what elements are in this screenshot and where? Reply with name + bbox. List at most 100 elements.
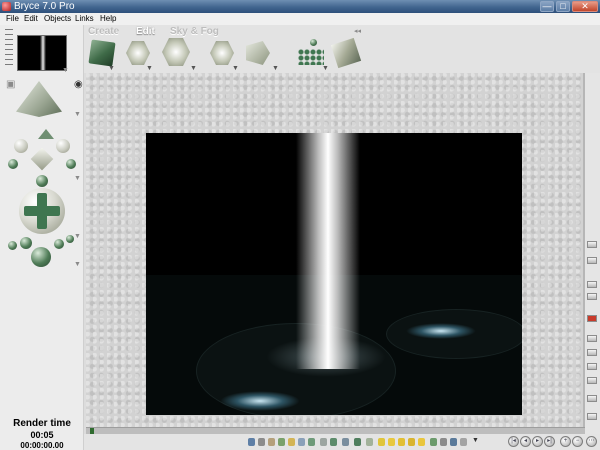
preset-chip-icon[interactable] (460, 438, 467, 446)
pause-render-icon[interactable]: ▣ (6, 79, 15, 90)
rotate-menu-icon[interactable]: ▼ (190, 65, 197, 72)
preset-chip-icon[interactable] (268, 438, 275, 446)
preview-beam (40, 36, 46, 70)
light-beam (296, 133, 360, 369)
render-time-value: 00:05 (30, 430, 54, 440)
align-menu-icon[interactable]: ▼ (272, 65, 279, 72)
preset-chip-icon[interactable] (450, 438, 457, 446)
display-mode-button[interactable] (587, 281, 597, 288)
close-button[interactable]: ✕ (572, 1, 598, 12)
render-view[interactable] (146, 133, 522, 415)
display-mode-button-active[interactable] (587, 315, 597, 322)
preview-options-icon[interactable]: ▼ (62, 67, 69, 74)
trackball-menu-icon[interactable]: ▼ (74, 233, 81, 240)
rotate-icon[interactable] (162, 38, 190, 66)
randomize-dot-icon (310, 39, 317, 46)
tab-sky-fog[interactable]: Sky & Fog (170, 26, 219, 37)
fly-ball-icon[interactable] (66, 235, 74, 243)
display-mode-button[interactable] (587, 349, 597, 356)
camera-down-ball-icon[interactable] (36, 175, 48, 187)
preset-chip-icon[interactable] (354, 438, 361, 446)
fly-ball-large-icon[interactable] (31, 247, 51, 267)
remove-key-icon[interactable]: − (572, 436, 583, 447)
camera-center-icon[interactable] (30, 147, 54, 171)
display-mode-button[interactable] (587, 293, 597, 300)
preset-chip-icon[interactable] (408, 438, 415, 446)
preset-chip-icon[interactable] (366, 438, 373, 446)
preset-chip-icon[interactable] (308, 438, 315, 446)
preset-chip-icon[interactable] (430, 438, 437, 446)
randomize-icon[interactable] (298, 49, 324, 65)
toolbar-collapse-icon[interactable]: ◂◂ (354, 27, 361, 35)
preset-chip-icon[interactable] (298, 438, 305, 446)
nano-preview[interactable] (17, 35, 67, 71)
randomize-menu-icon[interactable]: ▼ (322, 65, 329, 72)
fly-menu-icon[interactable]: ▼ (74, 261, 81, 268)
preset-chip-icon[interactable] (378, 438, 385, 446)
preset-chip-icon[interactable] (418, 438, 425, 446)
camera-left-ball-icon[interactable] (14, 139, 28, 153)
align-icon[interactable] (246, 41, 270, 65)
camera-ball-icon[interactable] (8, 159, 18, 169)
menu-links[interactable]: Links (73, 13, 96, 25)
reposition-menu-icon[interactable]: ▼ (232, 65, 239, 72)
go-to-start-icon[interactable]: |◂ (508, 436, 519, 447)
resize-icon[interactable] (126, 41, 150, 65)
view-control-icon[interactable] (16, 81, 62, 117)
preset-chip-icon[interactable] (248, 438, 255, 446)
menu-help[interactable]: Help (98, 13, 118, 25)
materials-cube-icon[interactable] (88, 39, 116, 67)
maximize-button[interactable]: □ (556, 1, 570, 12)
record-key-icon[interactable]: + (560, 436, 571, 447)
camera-right-ball-icon[interactable] (56, 139, 70, 153)
camera-ball-icon[interactable] (66, 159, 76, 169)
display-mode-button[interactable] (587, 413, 597, 420)
preset-menu-icon[interactable]: ▼ (472, 437, 479, 444)
camera-menu-icon[interactable]: ▼ (74, 175, 81, 182)
display-mode-button[interactable] (587, 335, 597, 342)
display-mode-button[interactable] (587, 395, 597, 402)
fly-ball-icon[interactable] (20, 237, 32, 249)
menu-objects[interactable]: Objects (42, 13, 73, 25)
preset-chip-icon[interactable] (278, 438, 285, 446)
go-to-end-icon[interactable]: ▸| (544, 436, 555, 447)
display-mode-button[interactable] (587, 377, 597, 384)
scene-highlight (220, 391, 300, 411)
reposition-icon[interactable] (210, 41, 234, 65)
scene-highlight (406, 323, 476, 339)
preset-chip-icon[interactable] (440, 438, 447, 446)
preset-chip-icon[interactable] (398, 438, 405, 446)
preset-chip-icon[interactable] (320, 438, 327, 446)
render-options-icon[interactable]: ◉ (74, 79, 83, 90)
minimize-button[interactable]: — (540, 1, 554, 12)
preset-chip-icon[interactable] (342, 438, 349, 446)
fly-ball-icon[interactable] (8, 241, 17, 250)
workspace[interactable] (86, 73, 585, 450)
display-mode-button[interactable] (587, 363, 597, 370)
play-reverse-icon[interactable]: ◂ (520, 436, 531, 447)
menu-edit[interactable]: Edit (22, 13, 40, 25)
menu-file[interactable]: File (4, 13, 21, 25)
resize-menu-icon[interactable]: ▼ (146, 65, 153, 72)
bryce-main-window: ▼ ▣ ◉ ▼ ▼ ▼ ▼ Render time 00:05 00:00:00… (0, 25, 600, 450)
display-mode-button[interactable] (587, 241, 597, 248)
camera-up-icon[interactable] (38, 129, 54, 139)
fly-ball-icon[interactable] (54, 239, 64, 249)
animation-timeline[interactable] (86, 427, 585, 434)
materials-menu-icon[interactable]: ▼ (108, 65, 115, 72)
view-menu-icon[interactable]: ▼ (74, 111, 81, 118)
edit-terrain-icon[interactable] (330, 37, 362, 69)
tab-create[interactable]: Create (88, 26, 119, 37)
preset-chip-icon[interactable] (288, 438, 295, 446)
animation-options-icon[interactable]: ⋯ (586, 436, 597, 447)
play-icon[interactable]: ▸ (532, 436, 543, 447)
display-palette (585, 73, 600, 450)
preset-chip-icon[interactable] (258, 438, 265, 446)
render-time-label: Render time (13, 418, 71, 429)
display-mode-button[interactable] (587, 257, 597, 264)
tab-edit[interactable]: Edit (136, 26, 155, 37)
trackball-cross-icon (24, 206, 60, 216)
window-title: Bryce 7.0 Pro (14, 1, 75, 12)
preset-chip-icon[interactable] (388, 438, 395, 446)
preset-chip-icon[interactable] (330, 438, 337, 446)
